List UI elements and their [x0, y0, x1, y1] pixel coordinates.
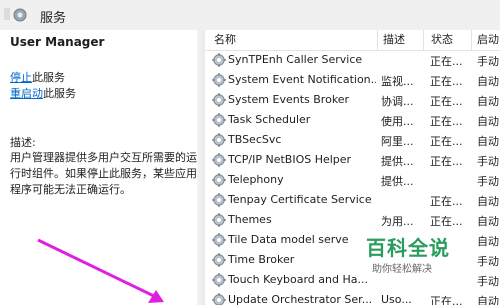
annotation-arrow — [37, 238, 164, 303]
arrow-head — [148, 290, 164, 303]
arrow-shaft — [37, 238, 159, 300]
